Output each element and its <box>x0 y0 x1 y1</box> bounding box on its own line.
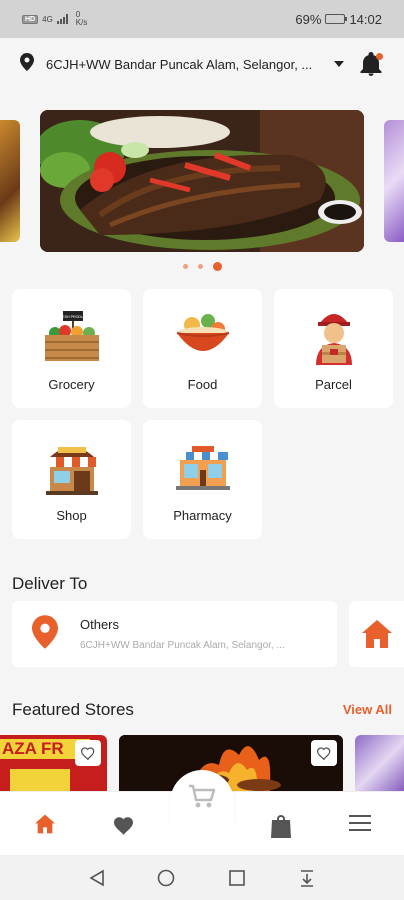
banner-current-slide[interactable] <box>40 110 364 252</box>
carousel-indicator <box>0 262 404 271</box>
deliver-home-card[interactable] <box>349 601 404 667</box>
signal-icon <box>56 14 68 24</box>
sim-badge: HD <box>22 14 39 24</box>
pharmacy-storefront-icon <box>171 440 235 496</box>
notification-button[interactable] <box>360 52 383 76</box>
category-pharmacy[interactable]: Pharmacy <box>143 420 262 539</box>
grill-fire-image <box>119 735 343 797</box>
pull-down-icon <box>301 870 313 887</box>
category-label: Pharmacy <box>173 508 232 523</box>
system-notifications-button[interactable] <box>298 869 316 892</box>
deliver-info: Others 6CJH+WW Bandar Puncak Alam, Selan… <box>80 617 285 651</box>
address-bar: 6CJH+WW Bandar Puncak Alam, Selangor, ..… <box>0 38 404 90</box>
recents-square-icon <box>229 870 245 886</box>
status-bar: HD 4G 0 K/s 69% 14:02 <box>0 0 404 38</box>
food-bowl-icon <box>171 309 235 365</box>
notification-dot <box>376 53 383 60</box>
favorite-button[interactable] <box>311 740 337 766</box>
home-icon <box>35 814 55 834</box>
featured-store-card[interactable]: AZA FR <box>0 735 107 797</box>
nav-orders[interactable] <box>270 814 292 843</box>
category-grocery[interactable]: FRESH PRODUCE Grocery <box>12 289 131 408</box>
back-triangle-icon <box>89 869 104 887</box>
grocery-stand-icon: FRESH PRODUCE <box>40 309 104 365</box>
nav-favorites[interactable] <box>112 814 136 841</box>
carousel-dot[interactable] <box>197 264 203 269</box>
grocery-sign-text: FRESH PRODUCE <box>57 315 89 319</box>
home-icon <box>361 620 392 648</box>
deliver-label: Others <box>80 617 120 632</box>
battery-icon <box>325 14 348 24</box>
grilled-fish-image <box>40 110 364 252</box>
nav-home[interactable] <box>34 814 56 839</box>
heart-outline-icon <box>316 747 331 760</box>
system-back-button[interactable] <box>88 869 106 892</box>
carousel-dot[interactable] <box>182 264 188 269</box>
delivery-courier-icon <box>302 309 366 365</box>
current-address[interactable]: 6CJH+WW Bandar Puncak Alam, Selangor, ..… <box>46 57 316 72</box>
deliver-address-card[interactable]: Others 6CJH+WW Bandar Puncak Alam, Selan… <box>12 601 337 667</box>
network-speed: 0 K/s <box>76 11 88 27</box>
status-left: HD 4G 0 K/s <box>22 11 87 27</box>
speed-unit: K/s <box>75 18 88 27</box>
featured-store-card[interactable] <box>119 735 343 797</box>
banner-next-slide[interactable] <box>384 120 404 242</box>
carousel-dot[interactable] <box>212 262 222 271</box>
store-graphic <box>10 769 70 793</box>
deliver-to-title: Deliver To <box>12 574 88 593</box>
clock: 14:02 <box>349 11 382 27</box>
system-navigation-bar <box>0 855 404 900</box>
category-label: Shop <box>56 508 87 523</box>
home-circle-icon <box>157 869 175 887</box>
heart-outline-icon <box>80 747 95 760</box>
category-shop[interactable]: Shop <box>12 420 131 539</box>
location-pin-icon <box>20 52 34 76</box>
deliver-address: 6CJH+WW Bandar Puncak Alam, Selangor, ..… <box>80 640 285 651</box>
favorite-button[interactable] <box>75 740 101 766</box>
featured-store-card[interactable] <box>355 735 404 797</box>
menu-icon <box>349 815 371 831</box>
location-pin-icon <box>32 614 58 655</box>
category-food[interactable]: Food <box>143 289 262 408</box>
battery-percent: 69% <box>295 11 322 27</box>
system-recents-button[interactable] <box>228 869 246 892</box>
promo-carousel[interactable] <box>0 110 404 252</box>
banner-previous-slide[interactable] <box>0 120 20 242</box>
category-label: Food <box>187 377 218 392</box>
nav-menu[interactable] <box>349 814 371 837</box>
category-label: Grocery <box>48 377 95 392</box>
cart-icon <box>189 784 216 808</box>
status-right: 69% 14:02 <box>295 12 382 27</box>
chevron-down-icon[interactable] <box>334 61 344 67</box>
network-label: 4G <box>42 14 53 24</box>
view-all-link[interactable]: View All <box>343 702 392 717</box>
system-home-button[interactable] <box>157 869 175 892</box>
bag-icon <box>271 815 291 838</box>
heart-icon <box>114 817 133 835</box>
category-label: Parcel <box>315 377 352 392</box>
featured-stores-title: Featured Stores <box>12 700 134 719</box>
category-parcel[interactable]: Parcel <box>274 289 393 408</box>
shop-storefront-icon <box>40 440 104 496</box>
